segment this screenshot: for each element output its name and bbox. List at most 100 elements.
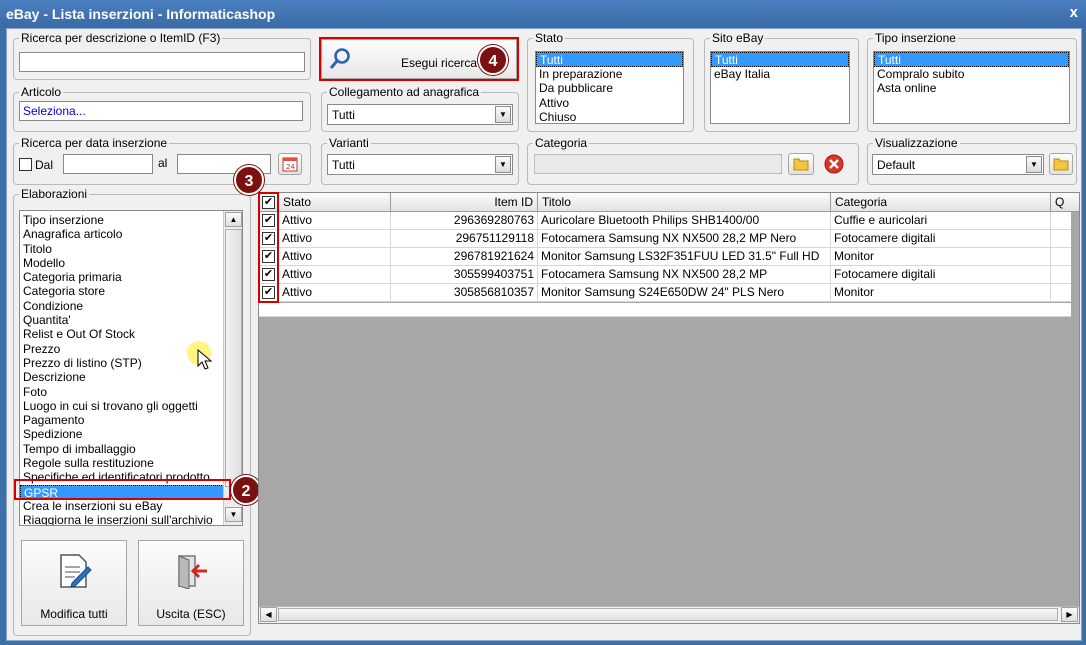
col-q[interactable]: Q [1051, 193, 1081, 212]
col-item-id[interactable]: Item ID [391, 193, 538, 212]
elaborazioni-item[interactable]: Categoria store [20, 284, 224, 298]
uscita-button[interactable]: Uscita (ESC) [138, 540, 244, 626]
elaborazioni-item[interactable]: Descrizione [20, 370, 224, 384]
stato-option[interactable]: Tutti [536, 52, 683, 67]
elaborazioni-item[interactable]: Modello [20, 256, 224, 270]
visualizzazione-label: Visualizzazione [873, 136, 960, 150]
chevron-down-icon[interactable]: ▼ [1026, 156, 1042, 173]
categoria-clear-button[interactable] [823, 153, 845, 175]
highlight-checkbox-column [258, 192, 279, 303]
chevron-down-icon[interactable]: ▼ [495, 106, 511, 123]
cell-stato: Attivo [279, 284, 391, 302]
table-row[interactable]: ✔ Attivo 296751129118 Fotocamera Samsung NX… [259, 230, 1071, 248]
tipo-listbox[interactable]: Tutti Compralo subito Asta online [873, 51, 1070, 124]
listings-grid[interactable]: ✔ Stato Item ID Titolo Categoria Q ✔ Atti… [258, 192, 1080, 624]
main-window: eBay - Lista inserzioni - Informaticasho… [0, 0, 1086, 645]
sito-option[interactable]: Tutti [711, 52, 849, 67]
elaborazioni-item[interactable]: Riaggiorna le inserzioni sull'archivio [20, 513, 224, 525]
scroll-right-icon[interactable]: ▶ [1061, 607, 1078, 622]
elaborazioni-item[interactable]: Anagrafica articolo [20, 227, 224, 241]
elaborazioni-item[interactable]: Tempo di imballaggio [20, 442, 224, 456]
cell-categoria: Monitor [831, 284, 1051, 302]
elaborazioni-item[interactable]: Spedizione [20, 427, 224, 441]
edit-document-icon [60, 554, 92, 588]
cell-stato: Attivo [279, 248, 391, 266]
stato-option[interactable]: Da pubblicare [536, 81, 683, 96]
sito-listbox[interactable]: Tutti eBay Italia [710, 51, 850, 124]
table-row[interactable]: ✔ Attivo 305599403751 Fotocamera Samsung NX… [259, 266, 1071, 284]
elaborazioni-item[interactable]: Titolo [20, 242, 224, 256]
tipo-option[interactable]: Compralo subito [874, 67, 1069, 82]
collegamento-select[interactable]: Tutti ▼ [327, 104, 513, 125]
collegamento-label: Collegamento ad anagrafica [327, 85, 482, 99]
cell-titolo: Fotocamera Samsung NX NX500 28,2 MP [538, 266, 831, 284]
articolo-field[interactable]: Seleziona... [19, 101, 303, 121]
cell-stato: Attivo [279, 212, 391, 230]
dal-checkbox[interactable] [19, 158, 32, 171]
visualizzazione-select[interactable]: Default ▼ [872, 154, 1044, 175]
scroll-left-icon[interactable]: ◀ [260, 607, 277, 622]
elaborazioni-item[interactable]: Quantita' [20, 313, 224, 327]
scroll-thumb[interactable] [225, 229, 242, 487]
cell-titolo: Auricolare Bluetooth Philips SHB1400/00 [538, 212, 831, 230]
categoria-browse-button[interactable] [788, 153, 814, 175]
elaborazioni-item[interactable]: Luogo in cui si trovano gli oggetti [20, 399, 224, 413]
elaborazioni-item[interactable]: Foto [20, 385, 224, 399]
grid-header: ✔ Stato Item ID Titolo Categoria Q [259, 193, 1079, 212]
varianti-select[interactable]: Tutti ▼ [327, 154, 513, 175]
visualizzazione-folder-button[interactable] [1049, 153, 1073, 175]
tipo-option[interactable]: Asta online [874, 81, 1069, 96]
dal-date-input[interactable] [63, 154, 153, 174]
elaborazioni-item[interactable]: Categoria primaria [20, 270, 224, 284]
grid-horizontal-scrollbar[interactable]: ◀ ▶ [259, 606, 1079, 623]
title-bar[interactable]: eBay - Lista inserzioni - Informaticasho… [0, 0, 1086, 28]
modifica-tutti-label: Modifica tutti [40, 607, 108, 621]
elaborazioni-item[interactable]: Relist e Out Of Stock [20, 327, 224, 341]
client-area: Ricerca per descrizione o ItemID (F3) Es… [6, 28, 1082, 641]
al-label: al [158, 156, 168, 170]
search-input[interactable] [19, 52, 305, 72]
data-label: Ricerca per data inserzione [19, 136, 170, 150]
cell-categoria: Cuffie e auricolari [831, 212, 1051, 230]
scroll-up-icon[interactable]: ▲ [225, 212, 242, 227]
calendar-button[interactable]: 24 [278, 153, 302, 175]
svg-text:24: 24 [286, 163, 295, 171]
stato-option[interactable]: Chiuso [536, 110, 683, 123]
calendar-icon: 24 [282, 157, 298, 172]
elaborazioni-item[interactable]: Tipo inserzione [20, 213, 224, 227]
tipo-option[interactable]: Tutti [874, 52, 1069, 67]
window-title: eBay - Lista inserzioni - Informaticasho… [6, 6, 276, 22]
step-badge-2: 2 [231, 475, 261, 505]
stato-option[interactable]: Attivo [536, 96, 683, 111]
categoria-label: Categoria [533, 136, 590, 150]
clear-icon [824, 154, 844, 174]
categoria-field[interactable] [534, 154, 782, 174]
col-titolo[interactable]: Titolo [538, 193, 831, 212]
elaborazioni-item[interactable]: Crea le inserzioni su eBay [20, 499, 224, 513]
cell-stato: Attivo [279, 230, 391, 248]
close-icon[interactable]: x [1070, 4, 1078, 21]
table-row[interactable]: ✔ Attivo 296369280763 Auricolare Bluetooth … [259, 212, 1071, 230]
varianti-label: Varianti [327, 136, 371, 150]
modifica-tutti-button[interactable]: Modifica tutti [21, 540, 127, 626]
col-categoria[interactable]: Categoria [831, 193, 1051, 212]
mouse-pointer-icon [197, 349, 213, 370]
cell-item-id: 305856810357 [391, 284, 538, 302]
table-row[interactable]: ✔ Attivo 296781921624 Monitor Samsung LS32F… [259, 248, 1071, 266]
tipo-label: Tipo inserzione [873, 31, 958, 45]
folder-icon [793, 158, 809, 171]
table-row[interactable]: ✔ Attivo 305856810357 Monitor Samsung S24E6… [259, 284, 1071, 302]
elaborazioni-item[interactable]: Pagamento [20, 413, 224, 427]
hscroll-thumb[interactable] [278, 608, 1058, 621]
stato-listbox[interactable]: Tutti In preparazione Da pubblicare Atti… [535, 51, 684, 124]
elaborazioni-item[interactable]: Condizione [20, 299, 224, 313]
scroll-down-icon[interactable]: ▼ [225, 507, 242, 522]
highlight-gpsr [14, 479, 231, 500]
empty-new-row[interactable] [259, 303, 1071, 317]
chevron-down-icon[interactable]: ▼ [495, 156, 511, 173]
col-stato[interactable]: Stato [279, 193, 391, 212]
sito-option[interactable]: eBay Italia [711, 67, 849, 82]
elaborazioni-item[interactable]: Regole sulla restituzione [20, 456, 224, 470]
stato-option[interactable]: In preparazione [536, 67, 683, 82]
uscita-label: Uscita (ESC) [156, 607, 226, 621]
